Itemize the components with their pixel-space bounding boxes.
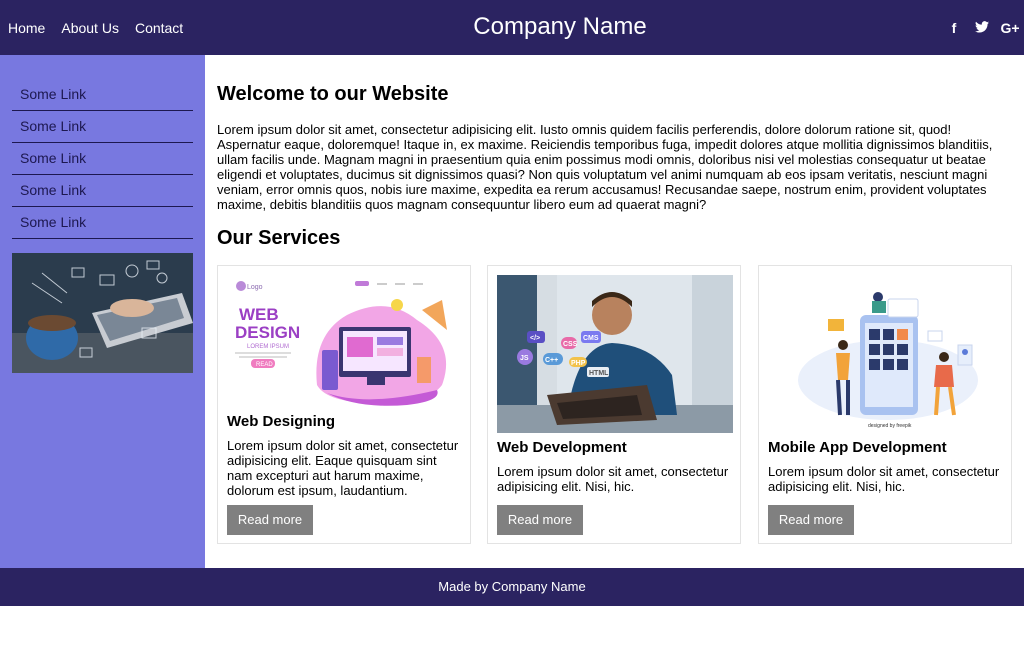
sidebar-links: Some Link Some Link Some Link Some Link …: [12, 79, 193, 239]
read-more-button[interactable]: Read more: [768, 505, 854, 535]
tag-code: </>: [530, 335, 540, 342]
facebook-icon[interactable]: f: [940, 20, 968, 36]
read-more-button[interactable]: Read more: [227, 505, 313, 535]
sidebar-link[interactable]: Some Link: [12, 175, 193, 207]
service-card-mobile-app-development: designed by freepik Mobile App Developme…: [758, 265, 1012, 544]
sidebar-link[interactable]: Some Link: [12, 79, 193, 111]
sidebar-link[interactable]: Some Link: [12, 207, 193, 239]
service-description: Lorem ipsum dolor sit amet, consectetur …: [497, 464, 729, 494]
footer: Made by Company Name: [0, 568, 1024, 606]
tag-css: CSS: [563, 341, 578, 348]
social-links: f G+: [940, 0, 1024, 55]
developer-photo: </> CSS CMS JS C++ PHP HTML: [497, 275, 733, 433]
mobile-app-illustration: designed by freepik: [768, 275, 1004, 431]
twitter-icon[interactable]: [968, 20, 996, 36]
sidebar: Some Link Some Link Some Link Some Link …: [0, 55, 205, 568]
top-nav: Home About Us Contact: [8, 0, 199, 55]
tag-html: HTML: [589, 370, 609, 377]
services-heading: Our Services: [217, 227, 341, 249]
service-description: Lorem ipsum dolor sit amet, consectetur …: [768, 464, 1000, 494]
footer-text: Made by Company Name: [438, 579, 586, 594]
tag-cpp: C++: [545, 357, 558, 364]
illustration-subtitle: LOREM IPSUM: [247, 344, 289, 350]
google-plus-icon[interactable]: G+: [996, 20, 1024, 36]
illustration-title-line1: WEB: [239, 305, 279, 324]
tag-js: JS: [520, 355, 529, 362]
service-title: Web Development: [497, 439, 627, 456]
nav-link-home[interactable]: Home: [8, 20, 45, 36]
read-more-button[interactable]: Read more: [497, 505, 583, 535]
service-card-web-designing: Logo WEB DESIGN LOREM IPSUM READ Web Des…: [217, 265, 471, 544]
nav-link-about-us[interactable]: About Us: [61, 20, 119, 36]
tag-cms: CMS: [583, 335, 599, 342]
web-design-illustration: Logo WEB DESIGN LOREM IPSUM READ: [227, 275, 463, 431]
sidebar-link[interactable]: Some Link: [12, 143, 193, 175]
illustration-read-tag: READ: [256, 362, 273, 368]
service-title: Web Designing: [227, 413, 336, 430]
service-title: Mobile App Development: [768, 439, 947, 456]
service-card-web-development: </> CSS CMS JS C++ PHP HTML Web Developm…: [487, 265, 741, 544]
sidebar-laptop-image: [12, 253, 193, 373]
illustration-credit: designed by freepik: [868, 423, 912, 429]
intro-paragraph: Lorem ipsum dolor sit amet, consectetur …: [217, 122, 993, 212]
tag-php: PHP: [571, 360, 586, 367]
illustration-title-line2: DESIGN: [235, 323, 300, 342]
illustration-logo-text: Logo: [247, 284, 263, 291]
top-navbar: Home About Us Contact Company Name f G+: [0, 0, 1024, 55]
nav-link-contact[interactable]: Contact: [135, 20, 183, 36]
service-description: Lorem ipsum dolor sit amet, consectetur …: [227, 438, 459, 498]
sidebar-link[interactable]: Some Link: [12, 111, 193, 143]
page-heading: Welcome to our Website: [217, 83, 449, 105]
